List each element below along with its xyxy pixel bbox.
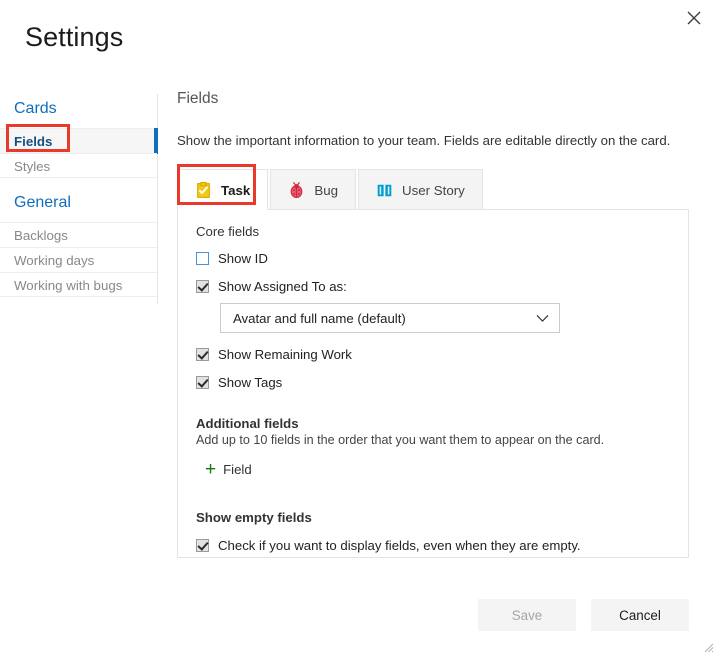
sidebar-selection-indicator <box>154 128 158 154</box>
chevron-down-icon <box>536 311 549 326</box>
fields-settings-panel: Core fields Show ID Show Assigned To as:… <box>177 209 689 558</box>
dialog-footer: Save Cancel <box>478 599 689 631</box>
checkbox-label: Show Assigned To as: <box>218 278 347 294</box>
plus-icon: + <box>205 458 217 480</box>
show-tags-checkbox[interactable] <box>196 375 209 389</box>
show-remaining-work-checkbox[interactable] <box>196 347 209 361</box>
page-title: Settings <box>25 22 124 52</box>
checkbox-label: Show Tags <box>218 374 283 390</box>
sidebar-item-fields[interactable]: Fields <box>0 128 158 154</box>
add-field-label: Field <box>223 462 252 477</box>
user-story-book-icon <box>376 182 393 199</box>
settings-sidebar: Cards Fields Styles General Backlogs Wor… <box>0 94 158 304</box>
task-clipboard-icon <box>195 181 212 199</box>
show-empty-fields-checkbox[interactable] <box>196 539 209 552</box>
add-field-button[interactable]: + Field <box>205 458 252 480</box>
tab-task[interactable]: Task <box>177 169 269 210</box>
checkbox-label: Show Remaining Work <box>218 346 352 362</box>
checkbox-row-show-empty-fields[interactable]: Check if you want to display fields, eve… <box>196 535 670 557</box>
checkbox-row-show-id[interactable]: Show ID <box>196 247 670 269</box>
resize-grip[interactable] <box>702 640 714 653</box>
checkbox-row-show-tags[interactable]: Show Tags <box>196 371 670 393</box>
sidebar-item-label: Working days <box>14 253 95 268</box>
show-assigned-to-checkbox[interactable] <box>196 279 209 293</box>
tab-label: Task <box>221 182 251 198</box>
checkbox-label: Check if you want to display fields, eve… <box>218 538 581 553</box>
tab-bug[interactable]: Bug <box>270 169 356 210</box>
save-button[interactable]: Save <box>478 599 576 631</box>
select-value: Avatar and full name (default) <box>233 310 406 326</box>
bug-ladybug-icon <box>288 181 305 199</box>
sidebar-group-general-title: General <box>14 194 71 211</box>
sidebar-item-working-days[interactable]: Working days <box>0 247 157 272</box>
sidebar-item-label: Working with bugs <box>14 278 123 293</box>
cancel-button[interactable]: Cancel <box>591 599 689 631</box>
tab-label: Bug <box>314 182 338 198</box>
sidebar-group-cards-title: Cards <box>14 100 57 117</box>
sidebar-item-label: Styles <box>14 159 51 174</box>
checkbox-label: Show ID <box>218 250 268 266</box>
core-fields-label: Core fields <box>196 224 260 239</box>
assigned-to-display-select[interactable]: Avatar and full name (default) <box>220 303 560 333</box>
section-heading: Fields <box>177 90 219 107</box>
close-button[interactable] <box>679 4 709 32</box>
tab-user-story[interactable]: User Story <box>358 169 483 210</box>
sidebar-item-label: Fields <box>14 134 53 149</box>
checkbox-row-show-assigned-to[interactable]: Show Assigned To as: <box>196 275 670 297</box>
show-id-checkbox[interactable] <box>196 251 209 265</box>
work-item-type-tabs: Task Bug User Story <box>177 169 717 210</box>
sidebar-item-working-with-bugs[interactable]: Working with bugs <box>0 272 157 297</box>
sidebar-item-label: Backlogs <box>14 228 68 243</box>
sidebar-item-styles[interactable]: Styles <box>0 153 157 178</box>
checkbox-row-show-remaining-work[interactable]: Show Remaining Work <box>196 343 670 365</box>
sidebar-item-backlogs[interactable]: Backlogs <box>0 222 157 247</box>
close-x-icon <box>687 11 701 25</box>
additional-fields-description: Add up to 10 fields in the order that yo… <box>196 433 605 447</box>
additional-fields-label: Additional fields <box>196 416 299 431</box>
show-empty-fields-label: Show empty fields <box>196 509 312 525</box>
main-content: Fields Show the important information to… <box>177 90 717 655</box>
tab-label: User Story <box>402 182 465 198</box>
section-description: Show the important information to your t… <box>177 133 671 148</box>
